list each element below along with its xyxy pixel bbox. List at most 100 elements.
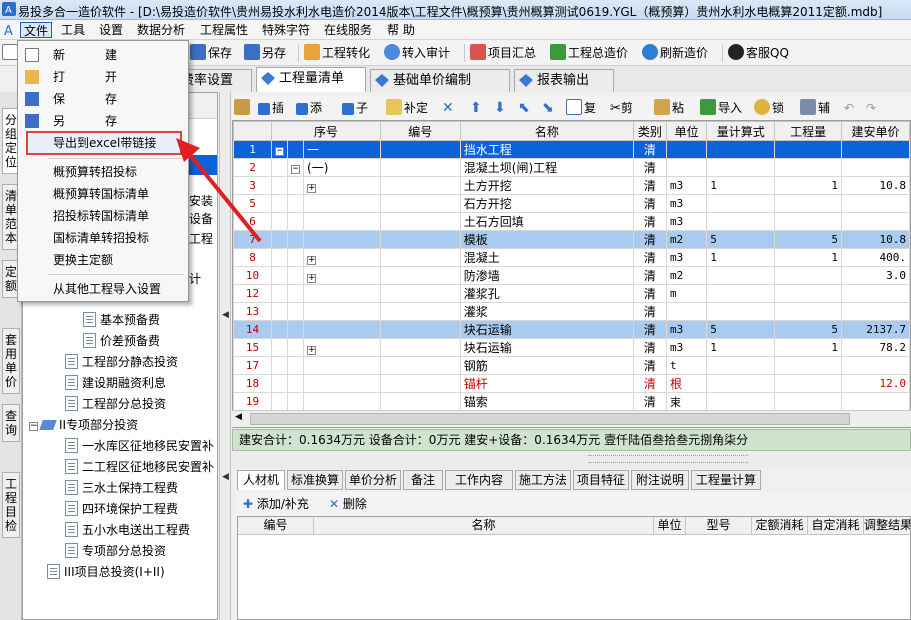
code-cell[interactable] [379,374,461,393]
quantity-cell[interactable] [774,284,842,303]
tab-base-price[interactable]: 基础单价编制 [370,69,510,92]
type-cell[interactable]: 清 [632,320,667,339]
unit-price-cell[interactable] [840,158,910,177]
tab-quantity-calc[interactable]: 工程量计算 [691,470,761,490]
menu-special-chars[interactable]: 特殊字符 [259,22,313,38]
seq-cell[interactable] [303,320,381,339]
menu-file[interactable]: 文件 [20,22,53,38]
unit-price-cell[interactable] [840,284,910,303]
name-cell[interactable]: 挡水工程 [459,140,634,159]
tree-cell[interactable] [271,374,289,393]
tree-item[interactable]: 三水土保持工程费 [65,478,178,498]
splitter-grip[interactable] [588,455,748,463]
tab-project-features[interactable]: 项目特征 [573,470,629,490]
tree-item[interactable]: 四环境保护工程费 [65,499,178,519]
code-cell[interactable] [379,284,461,303]
col-type[interactable]: 类别 [632,121,667,141]
name-cell[interactable]: 石方开挖 [459,194,634,213]
child-button[interactable]: 子 [342,98,368,118]
tree-cell[interactable] [271,320,289,339]
unit-price-cell[interactable]: 10.8 [840,230,910,249]
tree-item-partial[interactable]: 计 [189,269,201,289]
unit-cell[interactable]: m3 [665,338,708,357]
type-cell[interactable]: 清 [632,212,667,231]
col-unit[interactable]: 单位 [654,517,686,535]
tree-cell[interactable] [287,392,305,411]
table-row[interactable]: 8 + 混凝土清 m3 1 1 400. [233,248,910,267]
unit-price-cell[interactable]: 78.2 [840,338,910,357]
seq-cell[interactable]: + [303,176,381,195]
tab-labor-material-machine[interactable]: 人材机 [237,470,285,490]
col-unit[interactable]: 单位 [665,121,708,141]
insert-button[interactable]: 插 [258,98,284,118]
unit-price-cell[interactable]: 12.0 [840,374,910,393]
unit-price-cell[interactable]: 400. [840,248,910,267]
menu-help[interactable]: 帮 助 [384,22,418,38]
unit-cell[interactable]: 束 [665,392,708,411]
menu-item-save[interactable]: 保存 [19,89,187,109]
seq-cell[interactable]: (一) [303,158,381,177]
code-cell[interactable] [379,158,461,177]
tree-cell[interactable] [287,230,305,249]
scroll-left-icon[interactable]: ◀ [235,412,242,422]
type-cell[interactable]: 清 [632,230,667,249]
lock-button[interactable]: 锁 [754,98,784,118]
tree-item[interactable]: 基本预备费 [83,310,160,330]
tree-cell[interactable] [271,248,289,267]
formula-cell[interactable] [706,374,776,393]
tree-cell[interactable] [287,320,305,339]
table-row[interactable]: 12 灌浆孔清 m [233,284,910,303]
tree-cell[interactable] [287,284,305,303]
code-cell[interactable] [379,338,461,357]
save-as-button[interactable]: 另存 [244,43,286,63]
menu-item-budget-to-national[interactable]: 概预算转国标清单 [19,184,187,204]
seq-cell[interactable] [303,212,381,231]
formula-cell[interactable] [706,302,776,321]
table-row[interactable]: 13 灌浆清 [233,302,910,321]
formula-cell[interactable] [706,284,776,303]
menu-item-open[interactable]: 打开 [19,67,187,87]
menu-tools[interactable]: 工具 [58,22,88,38]
tree-cell[interactable] [287,374,305,393]
tab-notes[interactable]: 附注说明 [631,470,689,490]
name-cell[interactable]: 灌浆孔 [459,284,634,303]
quantity-cell[interactable]: 5 [774,320,842,339]
menu-online-service[interactable]: 在线服务 [321,22,375,38]
quantity-cell[interactable]: 1 [774,176,842,195]
tree-item[interactable]: 专项部分总投资 [65,541,166,561]
formula-cell[interactable] [706,140,776,159]
tree-cell[interactable] [271,266,289,285]
name-cell[interactable]: 块石运输 [459,320,634,339]
unit-cell[interactable] [665,140,708,159]
seq-cell[interactable] [303,374,381,393]
tree-cell[interactable] [271,284,289,303]
menu-item-budget-to-bid[interactable]: 概预算转招投标 [19,162,187,182]
tree-cell[interactable] [287,212,305,231]
undo-button[interactable]: ↶ [844,98,854,118]
tree-cell[interactable] [287,140,305,159]
name-cell[interactable]: 锚索 [459,392,634,411]
service-qq-button[interactable]: 客服QQ [728,43,789,63]
seq-cell[interactable] [303,230,381,249]
formula-cell[interactable]: 5 [706,320,776,339]
tab-remarks[interactable]: 备注 [403,470,443,490]
col-adjust-result[interactable]: 调整结果 [864,517,910,535]
table-row[interactable]: 15 + 块石运输清 m3 1 1 78.2 [233,338,910,357]
formula-cell[interactable]: 1 [706,176,776,195]
unit-price-cell[interactable] [840,212,910,231]
collapse-toggle-icon[interactable]: − [291,165,301,174]
tree-cell[interactable] [287,176,305,195]
unit-cell[interactable]: m [665,284,708,303]
table-row[interactable]: 1− 一挡水工程清 [233,140,910,159]
vtab-apply-price[interactable]: 套用单价 [2,328,20,394]
formula-cell[interactable] [706,392,776,411]
expand-toggle-icon[interactable]: + [307,345,317,355]
unit-cell[interactable]: m2 [665,266,708,285]
quantity-cell[interactable] [774,374,842,393]
name-cell[interactable]: 防渗墙 [459,266,634,285]
formula-cell[interactable]: 5 [706,230,776,249]
move-down-button[interactable]: ⬇ [494,98,506,118]
unit-cell[interactable]: m3 [665,248,708,267]
aux-button[interactable]: 辅 [800,98,830,118]
tree-item[interactable]: − II专项部分投资 [29,415,138,435]
